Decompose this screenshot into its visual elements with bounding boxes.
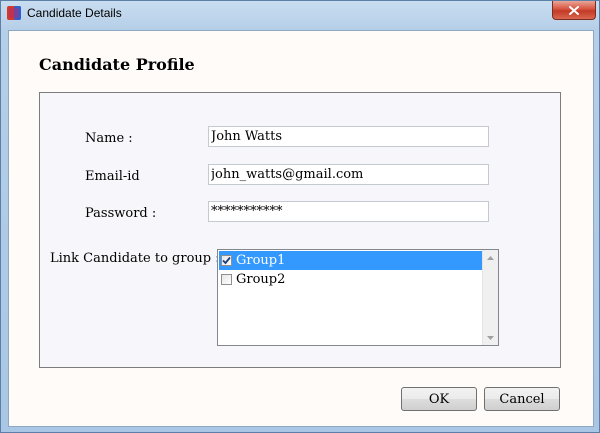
close-button[interactable] bbox=[552, 1, 596, 20]
scroll-up-arrow-icon bbox=[487, 255, 494, 260]
group1-checkbox[interactable] bbox=[221, 255, 232, 266]
ok-button[interactable]: OK bbox=[401, 387, 477, 411]
profile-panel: Name : Email-id Password : Link Candidat… bbox=[39, 92, 561, 368]
group1-label: Group1 bbox=[236, 253, 286, 268]
checkmark-icon bbox=[222, 256, 231, 265]
scroll-up-button[interactable] bbox=[483, 250, 498, 265]
password-input[interactable] bbox=[208, 201, 489, 222]
email-input[interactable] bbox=[208, 164, 489, 185]
name-label: Name : bbox=[85, 131, 133, 146]
page-title: Candidate Profile bbox=[39, 55, 195, 74]
group2-checkbox[interactable] bbox=[221, 274, 232, 285]
scroll-down-arrow-icon bbox=[487, 335, 494, 340]
group-item-group1[interactable]: Group1 bbox=[219, 251, 483, 270]
group-item-group2[interactable]: Group2 bbox=[219, 270, 285, 289]
window-title: Candidate Details bbox=[27, 6, 122, 20]
group-listbox[interactable]: Group1 Group2 bbox=[217, 249, 499, 346]
scroll-down-button[interactable] bbox=[483, 330, 498, 345]
dialog-body: Candidate Profile Name : Email-id Passwo… bbox=[8, 30, 594, 427]
cancel-button[interactable]: Cancel bbox=[484, 387, 560, 411]
dialog-window: Candidate Details Candidate Profile Name… bbox=[0, 0, 600, 433]
email-label: Email-id bbox=[85, 169, 140, 184]
password-label: Password : bbox=[85, 206, 157, 221]
close-icon bbox=[569, 5, 579, 15]
listbox-scrollbar[interactable] bbox=[482, 250, 498, 345]
group2-label: Group2 bbox=[236, 272, 286, 287]
group-link-label: Link Candidate to group : bbox=[50, 251, 220, 266]
title-bar[interactable]: Candidate Details bbox=[1, 1, 599, 26]
app-logo-icon bbox=[7, 6, 21, 20]
name-input[interactable] bbox=[208, 126, 489, 147]
